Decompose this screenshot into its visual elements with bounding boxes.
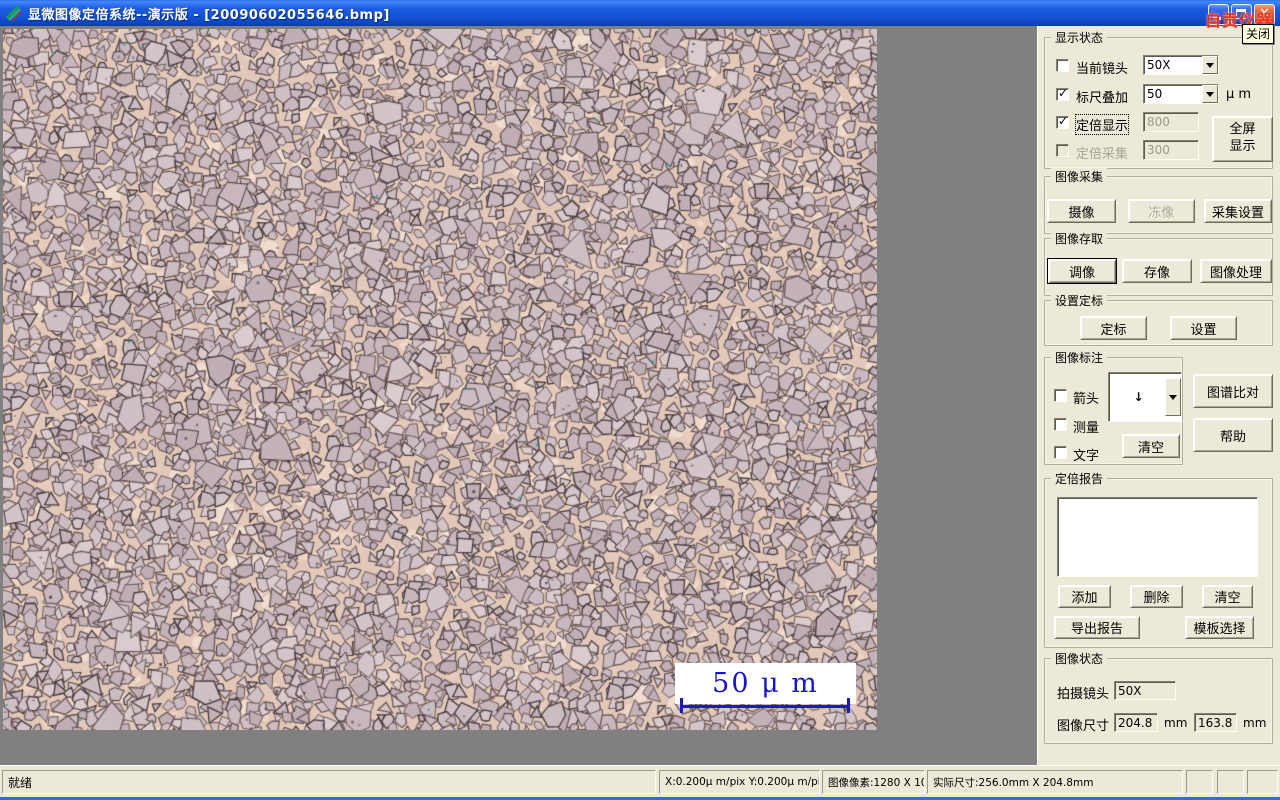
scale-bar-label-box: 50 μ m xyxy=(675,663,856,704)
fixed-display-label: 定倍显示 xyxy=(1074,114,1130,135)
image-width-unit: mm xyxy=(1164,716,1188,730)
group-image-storage: 图像存取 调像 存像 图像处理 xyxy=(1044,230,1273,296)
report-delete-button[interactable]: 删除 xyxy=(1130,585,1183,608)
scale-bar-tick-right xyxy=(847,698,850,713)
ruler-overlay-label: 标尺叠加 xyxy=(1076,91,1129,106)
status-ready: 就绪 xyxy=(2,770,656,794)
micrograph-image[interactable] xyxy=(3,29,877,730)
settings-button[interactable]: 设置 xyxy=(1170,316,1237,340)
image-size-label: 图像尺寸 xyxy=(1057,719,1110,734)
scale-bar-tick-left xyxy=(680,698,683,713)
report-export-button[interactable]: 导出报告 xyxy=(1054,616,1140,639)
arrow-checkbox[interactable] xyxy=(1054,389,1067,402)
group-image-status: 图像状态 拍摄镜头 50X 图像尺寸 204.8 mm 163.8 mm xyxy=(1044,650,1273,744)
current-lens-select[interactable]: 50X xyxy=(1143,55,1219,75)
fixed-capture-label: 定倍采集 xyxy=(1076,147,1129,162)
group-image-status-title: 图像状态 xyxy=(1051,650,1108,667)
scale-bar-line xyxy=(680,705,850,708)
save-image-button[interactable]: 存像 xyxy=(1122,259,1192,283)
group-display-status-title: 显示状态 xyxy=(1051,29,1108,46)
shoot-lens-label: 拍摄镜头 xyxy=(1057,687,1110,702)
ruler-size-select[interactable]: 50 xyxy=(1143,84,1219,104)
fixed-display-input: 800 xyxy=(1143,112,1199,132)
group-calibration-title: 设置定标 xyxy=(1051,292,1108,309)
status-pixels: 图像像素:1280 X 1024 xyxy=(822,770,925,794)
fullscreen-button[interactable]: 全屏 显示 xyxy=(1212,116,1273,162)
help-button[interactable]: 帮助 xyxy=(1193,418,1273,452)
client-area: 50 μ m 显示状态 当前镜头 50X 标尺叠加 50 xyxy=(0,26,1280,765)
fixed-display-checkbox[interactable] xyxy=(1056,114,1069,129)
group-report: 定倍报告 添加 删除 清空 导出报告 模板选择 xyxy=(1044,470,1273,648)
atlas-compare-button[interactable]: 图谱比对 xyxy=(1193,374,1273,408)
window-title: 显微图像定倍系统--演示版 - [20090602055646.bmp] xyxy=(28,8,390,23)
image-process-button[interactable]: 图像处理 xyxy=(1200,259,1272,283)
group-display-status: 显示状态 当前镜头 50X 标尺叠加 50 μ m 定倍显示 800 定倍采 xyxy=(1044,29,1273,169)
annotation-clear-button[interactable]: 清空 xyxy=(1122,434,1180,458)
image-height-value: 163.8 xyxy=(1194,713,1237,732)
fixed-capture-input: 300 xyxy=(1143,140,1199,160)
ruler-size-value: 50 xyxy=(1147,87,1163,101)
fullscreen-button-line1: 全屏 xyxy=(1229,122,1256,138)
status-actual-size: 实际尺寸:256.0mm X 204.8mm xyxy=(927,770,1183,794)
group-image-capture-title: 图像采集 xyxy=(1051,168,1108,185)
scale-bar-label: 50 μ m xyxy=(712,668,819,699)
chevron-down-icon[interactable] xyxy=(1165,378,1181,416)
status-scale: X:0.200μ m/pix Y:0.200μ m/pix xyxy=(659,770,820,794)
status-pane-extra3 xyxy=(1247,770,1278,794)
report-clear-button[interactable]: 清空 xyxy=(1202,585,1253,608)
group-image-storage-title: 图像存取 xyxy=(1051,230,1108,247)
freeze-button: 冻像 xyxy=(1128,199,1195,223)
text-label: 文字 xyxy=(1073,449,1100,464)
current-lens-value: 50X xyxy=(1147,58,1171,72)
title-bar[interactable]: 显微图像定倍系统--演示版 - [20090602055646.bmp] ✕ xyxy=(0,0,1280,26)
text-checkbox[interactable] xyxy=(1054,446,1067,459)
group-calibration: 设置定标 定标 设置 xyxy=(1044,292,1273,346)
ruler-unit-label: μ m xyxy=(1226,87,1252,102)
close-tooltip: 关闭 xyxy=(1242,24,1275,44)
measure-label: 测量 xyxy=(1073,421,1100,436)
image-height-unit: mm xyxy=(1243,716,1267,730)
arrow-label: 箭头 xyxy=(1073,392,1100,407)
group-annotation: 图像标注 箭头 测量 文字 ↓ 清空 xyxy=(1044,349,1183,465)
report-template-button[interactable]: 模板选择 xyxy=(1185,616,1254,639)
status-pane-extra1 xyxy=(1186,770,1213,794)
report-add-button[interactable]: 添加 xyxy=(1058,585,1111,608)
load-image-button[interactable]: 调像 xyxy=(1047,258,1117,284)
capture-settings-button[interactable]: 采集设置 xyxy=(1204,199,1272,223)
image-width-value: 204.8 xyxy=(1114,713,1158,732)
fullscreen-button-line2: 显示 xyxy=(1229,139,1256,154)
group-annotation-title: 图像标注 xyxy=(1051,349,1108,366)
control-panel: 显示状态 当前镜头 50X 标尺叠加 50 μ m 定倍显示 800 定倍采 xyxy=(1037,26,1280,765)
measure-checkbox[interactable] xyxy=(1054,418,1067,431)
group-report-title: 定倍报告 xyxy=(1051,470,1108,487)
report-listbox[interactable] xyxy=(1057,497,1258,577)
group-image-capture: 图像采集 摄像 冻像 采集设置 xyxy=(1044,168,1273,234)
chevron-down-icon[interactable] xyxy=(1202,85,1218,103)
arrow-style-select[interactable]: ↓ xyxy=(1108,372,1182,422)
camera-button[interactable]: 摄像 xyxy=(1047,199,1116,223)
shoot-lens-value: 50X xyxy=(1114,681,1176,700)
down-arrow-icon: ↓ xyxy=(1133,390,1144,404)
calibrate-button[interactable]: 定标 xyxy=(1080,316,1147,340)
status-bar: 就绪 X:0.200μ m/pix Y:0.200μ m/pix 图像像素:12… xyxy=(0,765,1280,797)
app-window: 显微图像定倍系统--演示版 - [20090602055646.bmp] ✕ 自… xyxy=(0,0,1280,800)
fixed-capture-checkbox xyxy=(1056,144,1069,157)
chevron-down-icon[interactable] xyxy=(1202,56,1218,74)
status-pane-extra2 xyxy=(1217,770,1244,794)
current-lens-checkbox[interactable] xyxy=(1056,59,1069,72)
ruler-overlay-checkbox[interactable] xyxy=(1056,86,1069,101)
current-lens-label: 当前镜头 xyxy=(1076,62,1129,77)
app-icon xyxy=(5,5,22,21)
